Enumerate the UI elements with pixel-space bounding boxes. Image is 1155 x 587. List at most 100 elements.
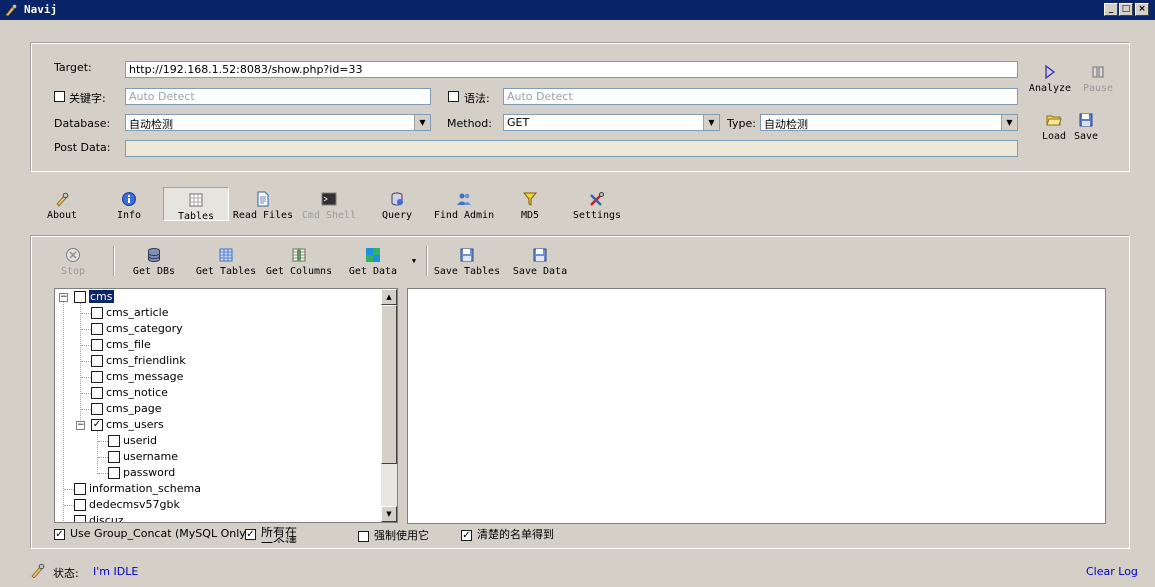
tree-checkbox[interactable] xyxy=(91,403,103,415)
tree-checkbox[interactable] xyxy=(91,355,103,367)
funnel-icon xyxy=(522,192,538,206)
group-concat-checkbox[interactable]: ✓ xyxy=(54,528,65,540)
nav-tables-button[interactable]: Tables xyxy=(163,187,229,222)
tree-checkbox[interactable] xyxy=(108,467,120,479)
nav-find-admin-button[interactable]: Find Admin xyxy=(432,191,496,221)
tree-node-label: userid xyxy=(123,434,158,447)
pause-button[interactable]: Pause xyxy=(1080,64,1116,94)
tree-checkbox[interactable] xyxy=(74,291,86,303)
analyze-button[interactable]: Analyze xyxy=(1028,64,1072,94)
tree-checkbox[interactable] xyxy=(91,307,103,319)
tree-checkbox-checked[interactable]: ✓ xyxy=(91,419,103,431)
save-data-button[interactable]: Save Data xyxy=(510,247,570,277)
keyword-checkbox[interactable] xyxy=(54,91,65,102)
all-in-one-option[interactable]: ✓ 所有在一个请求 xyxy=(245,527,311,543)
tree-checkbox[interactable] xyxy=(91,323,103,335)
nav-cmd-shell-button[interactable]: Cmd Shell xyxy=(300,191,358,221)
tree-checkbox[interactable] xyxy=(108,435,120,447)
get-tables-button[interactable]: Get Tables xyxy=(195,247,257,277)
chevron-down-icon[interactable]: ▼ xyxy=(414,115,430,130)
tree-node-label: discuz xyxy=(89,514,124,523)
tree-node-label: cms_message xyxy=(106,370,184,383)
target-input[interactable]: http://192.168.1.52:8083/show.php?id=33 xyxy=(125,61,1018,78)
tree-node-column[interactable]: password xyxy=(108,465,175,481)
collapse-icon[interactable]: − xyxy=(59,293,68,302)
stop-button[interactable]: Stop xyxy=(58,247,88,277)
tree-node-label: cms_file xyxy=(106,338,151,351)
scroll-down-icon[interactable]: ▼ xyxy=(381,506,397,522)
nav-query-button[interactable]: Query xyxy=(378,191,416,221)
tree-line xyxy=(81,345,91,346)
tree-checkbox[interactable] xyxy=(74,483,86,495)
get-columns-button[interactable]: Get Columns xyxy=(264,247,334,277)
keyword-input[interactable]: Auto Detect xyxy=(125,88,431,105)
floppy-save-icon xyxy=(1079,113,1093,127)
nav-tables-label: Tables xyxy=(177,211,215,222)
collapse-icon[interactable]: − xyxy=(76,421,85,430)
database-select[interactable]: 自动检测 ▼ xyxy=(125,114,431,131)
save-button[interactable]: Save xyxy=(1072,112,1100,142)
tree-checkbox[interactable] xyxy=(91,371,103,383)
force-option[interactable]: 强制使用它 xyxy=(358,527,429,543)
clear-list-checkbox[interactable]: ✓ xyxy=(461,529,472,541)
nav-settings-button[interactable]: Settings xyxy=(572,191,622,221)
load-button[interactable]: Load xyxy=(1040,112,1068,142)
tree-node-cms[interactable]: cms xyxy=(74,289,114,305)
minimize-button[interactable]: _ xyxy=(1104,3,1118,16)
type-select[interactable]: 自动检测 ▼ xyxy=(760,114,1018,131)
method-select[interactable]: GET ▼ xyxy=(503,114,720,131)
tree-node-db[interactable]: discuz xyxy=(74,513,124,523)
syntax-input[interactable]: Auto Detect xyxy=(503,88,1018,105)
clear-list-option[interactable]: ✓ 清楚的名单得到 xyxy=(461,526,554,542)
tree-node-table[interactable]: cms_page xyxy=(91,401,161,417)
tree-node-db[interactable]: information_schema xyxy=(74,481,201,497)
close-button[interactable]: × xyxy=(1135,3,1149,16)
tree-scrollbar[interactable]: ▲ ▼ xyxy=(381,289,397,522)
tree-checkbox[interactable] xyxy=(108,451,120,463)
get-dbs-button[interactable]: Get DBs xyxy=(130,247,178,277)
tree-node-column[interactable]: userid xyxy=(108,433,157,449)
save-data-label: Save Data xyxy=(512,266,568,277)
tree-checkbox[interactable] xyxy=(91,339,103,351)
group-concat-option[interactable]: ✓ Use Group_Concat (MySQL Only) xyxy=(54,527,250,540)
maximize-button[interactable]: □ xyxy=(1119,3,1133,16)
tree-line xyxy=(81,329,91,330)
tree-node-table[interactable]: cms_file xyxy=(91,337,151,353)
post-data-input[interactable] xyxy=(125,140,1018,157)
tree-node-column[interactable]: username xyxy=(108,449,178,465)
nav-info-button[interactable]: Info xyxy=(112,191,146,221)
scroll-up-icon[interactable]: ▲ xyxy=(381,289,397,305)
tree-node-db[interactable]: dedecmsv57gbk xyxy=(74,497,180,513)
type-label: Type: xyxy=(727,117,756,130)
get-data-button[interactable]: Get Data xyxy=(346,247,400,277)
clear-log-link[interactable]: Clear Log xyxy=(1086,565,1138,578)
scroll-thumb[interactable] xyxy=(381,305,397,464)
tree-checkbox[interactable] xyxy=(74,499,86,511)
tree-node-table-cms-users[interactable]: ✓ cms_users xyxy=(91,417,164,433)
tools-icon xyxy=(590,192,604,206)
tree-checkbox[interactable] xyxy=(91,387,103,399)
tree-checkbox[interactable] xyxy=(74,515,86,522)
query-icon xyxy=(391,192,403,206)
database-tree[interactable]: − cms cms_article cms_category cms_file … xyxy=(54,288,398,523)
save-tables-label: Save Tables xyxy=(433,266,501,277)
chevron-down-icon[interactable]: ▼ xyxy=(703,115,719,130)
force-checkbox[interactable] xyxy=(358,530,369,542)
save-tables-button[interactable]: Save Tables xyxy=(432,247,502,277)
tree-node-table[interactable]: cms_friendlink xyxy=(91,353,186,369)
nav-read-files-button[interactable]: Read Files xyxy=(232,191,294,221)
tree-node-table[interactable]: cms_article xyxy=(91,305,169,321)
get-data-dropdown[interactable]: ▼ xyxy=(409,257,419,265)
tree-node-table[interactable]: cms_category xyxy=(91,321,183,337)
keyword-label: 关键字: xyxy=(69,92,106,105)
database-value: 自动检测 xyxy=(129,118,173,131)
results-pane[interactable] xyxy=(407,288,1106,524)
all-in-one-checkbox[interactable]: ✓ xyxy=(245,528,256,540)
tree-node-table[interactable]: cms_message xyxy=(91,369,183,385)
nav-md5-button[interactable]: MD5 xyxy=(516,191,544,221)
nav-about-button[interactable]: About xyxy=(44,191,80,221)
tree-node-table[interactable]: cms_notice xyxy=(91,385,168,401)
chevron-down-icon[interactable]: ▼ xyxy=(1001,115,1017,130)
stop-icon xyxy=(66,248,80,262)
syntax-checkbox[interactable] xyxy=(448,91,459,102)
